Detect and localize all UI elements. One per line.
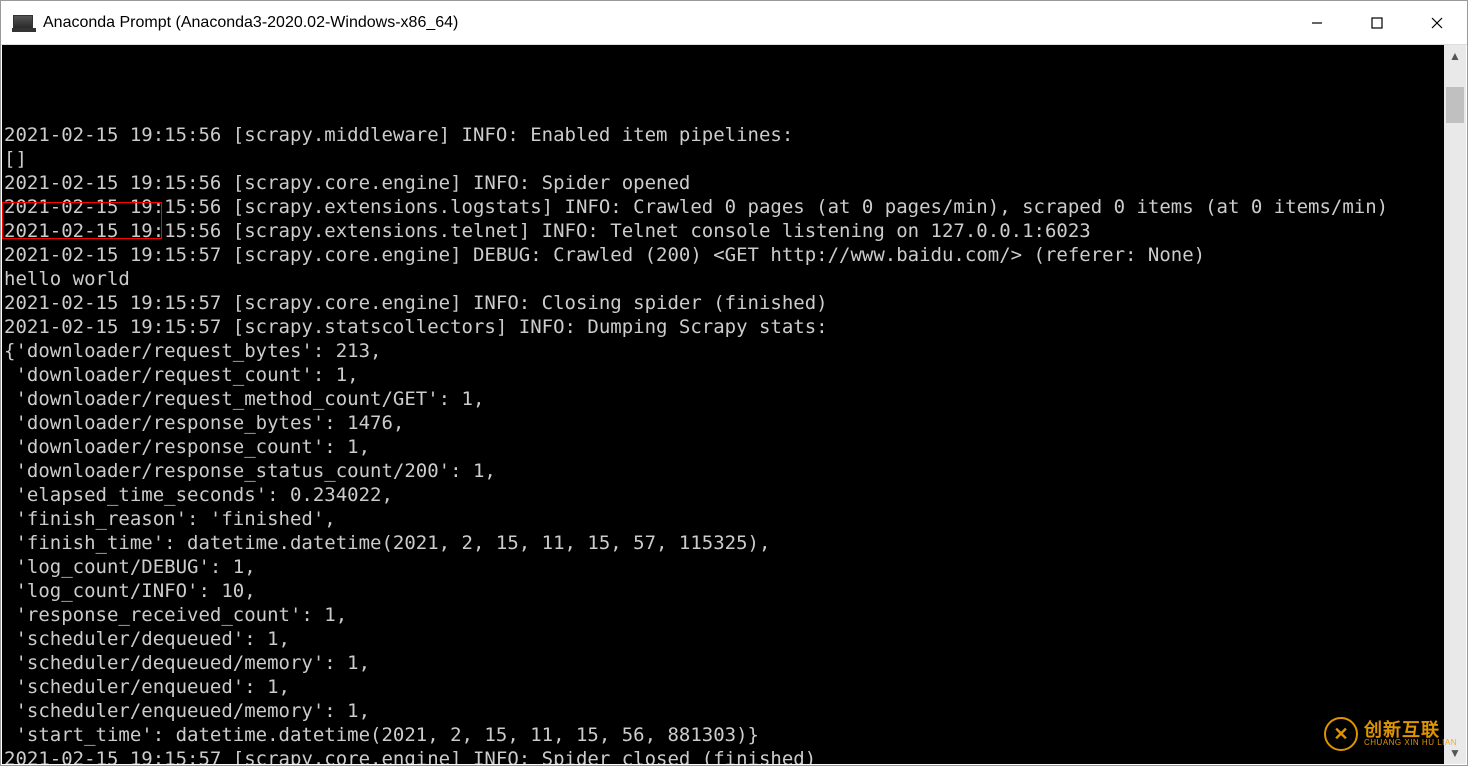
terminal-line: 2021-02-15 19:15:57 [scrapy.core.engine]… [4,747,1442,764]
vertical-scrollbar[interactable]: ▲ ▼ [1444,45,1466,764]
terminal-line: 'finish_time': datetime.datetime(2021, 2… [4,531,1442,555]
terminal-line: 2021-02-15 19:15:56 [scrapy.middleware] … [4,123,1442,147]
terminal-line: 2021-02-15 19:15:56 [scrapy.core.engine]… [4,171,1442,195]
terminal-line: 2021-02-15 19:15:57 [scrapy.statscollect… [4,315,1442,339]
watermark-subtext: CHUANG XIN HU LIAN [1364,739,1457,747]
terminal-line: {'downloader/request_bytes': 213, [4,339,1442,363]
terminal-line: 'log_count/INFO': 10, [4,579,1442,603]
terminal-output[interactable]: 2021-02-15 19:15:56 [scrapy.middleware] … [2,45,1444,764]
terminal-line: 2021-02-15 19:15:57 [scrapy.core.engine]… [4,291,1442,315]
scroll-thumb[interactable] [1446,87,1464,123]
terminal-line: 'start_time': datetime.datetime(2021, 2,… [4,723,1442,747]
terminal-line: 'scheduler/enqueued': 1, [4,675,1442,699]
minimize-button[interactable] [1287,1,1347,44]
window-title: Anaconda Prompt (Anaconda3-2020.02-Windo… [43,14,458,32]
terminal-line: 'scheduler/dequeued/memory': 1, [4,651,1442,675]
application-window: Anaconda Prompt (Anaconda3-2020.02-Windo… [0,0,1468,766]
titlebar[interactable]: Anaconda Prompt (Anaconda3-2020.02-Windo… [1,1,1467,45]
watermark-logo-icon: ✕ [1324,717,1358,751]
terminal-line: 'downloader/response_bytes': 1476, [4,411,1442,435]
terminal-line: 2021-02-15 19:15:56 [scrapy.extensions.l… [4,195,1442,219]
terminal-area: 2021-02-15 19:15:56 [scrapy.middleware] … [2,45,1466,764]
terminal-line: 'elapsed_time_seconds': 0.234022, [4,483,1442,507]
terminal-line: 'downloader/response_count': 1, [4,435,1442,459]
terminal-line: 'log_count/DEBUG': 1, [4,555,1442,579]
close-button[interactable] [1407,1,1467,44]
maximize-button[interactable] [1347,1,1407,44]
terminal-line: 'downloader/request_count': 1, [4,363,1442,387]
terminal-line: 2021-02-15 19:15:56 [scrapy.extensions.t… [4,219,1442,243]
terminal-line: 'finish_reason': 'finished', [4,507,1442,531]
terminal-line: hello world [4,267,1442,291]
terminal-line: 2021-02-15 19:15:57 [scrapy.core.engine]… [4,243,1442,267]
watermark: ✕ 创新互联 CHUANG XIN HU LIAN [1324,717,1457,751]
maximize-icon [1370,16,1384,30]
terminal-line: 'downloader/request_method_count/GET': 1… [4,387,1442,411]
minimize-icon [1310,16,1324,30]
terminal-line: 'downloader/response_status_count/200': … [4,459,1442,483]
close-icon [1430,16,1444,30]
terminal-line: 'scheduler/dequeued': 1, [4,627,1442,651]
scroll-up-arrow-icon[interactable]: ▲ [1444,45,1466,67]
terminal-line: [] [4,147,1442,171]
terminal-line: 'response_received_count': 1, [4,603,1442,627]
terminal-line: 'scheduler/enqueued/memory': 1, [4,699,1442,723]
app-icon [13,15,33,31]
watermark-text: 创新互联 [1364,721,1457,739]
window-buttons [1287,1,1467,44]
